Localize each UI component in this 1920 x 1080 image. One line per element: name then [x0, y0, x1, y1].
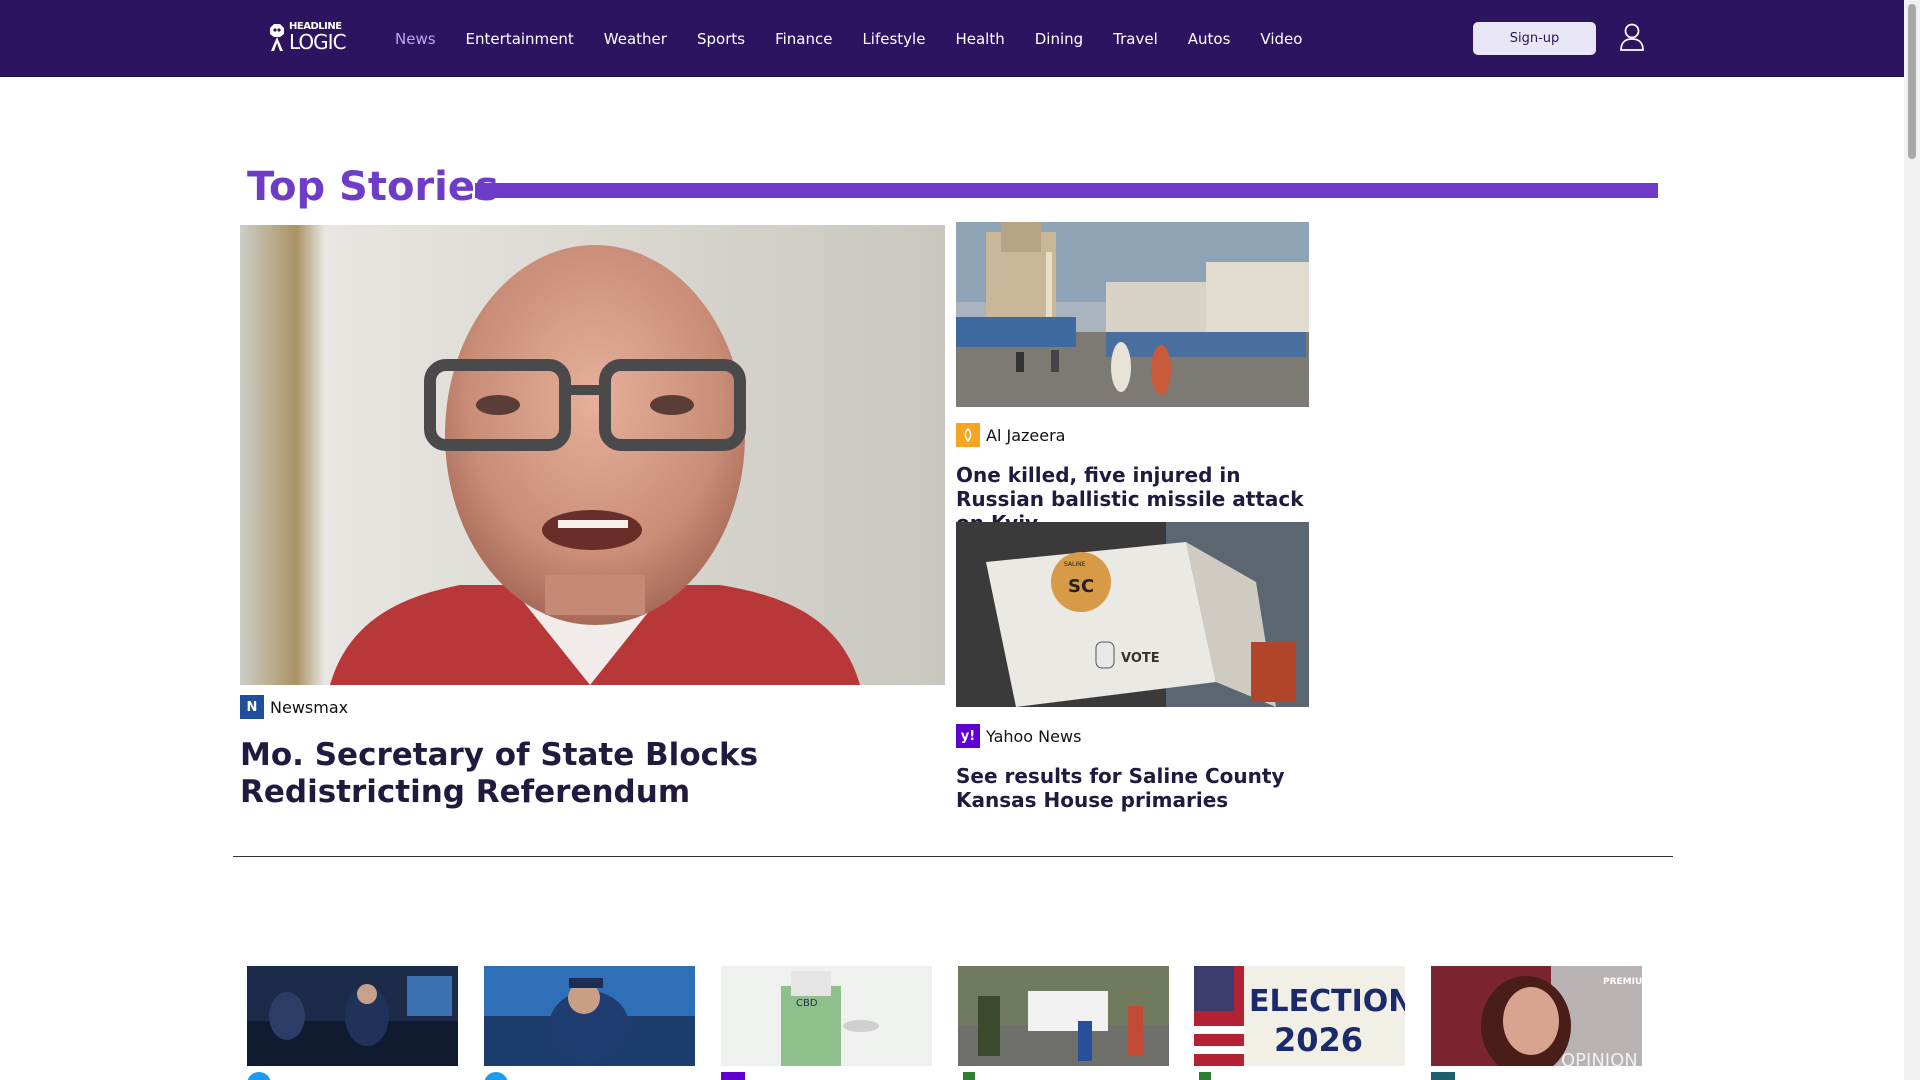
thumbnail-4-source-icon — [963, 1072, 975, 1080]
nav-item-lifestyle[interactable]: Lifestyle — [862, 30, 925, 48]
logo-mark-icon — [270, 24, 284, 51]
side-story-1-source[interactable]: Al Jazeera — [956, 423, 1065, 447]
sign-up-button[interactable]: Sign-up — [1473, 22, 1596, 55]
nav-item-news[interactable]: News — [395, 30, 436, 48]
newsmax-logo-icon: N — [240, 695, 264, 719]
thumbnail-1-image[interactable] — [247, 966, 458, 1066]
thumbnail-5-source-icon — [1199, 1072, 1211, 1080]
top-navigation-bar: HEADLINE LOGIC News Entertainment Weather S… — [0, 0, 1904, 77]
thumbnail-2-image[interactable] — [484, 966, 695, 1066]
thumbnail-5-image[interactable]: ELECTION 2026 — [1194, 966, 1405, 1066]
logo-text-bottom: LOGIC — [289, 30, 347, 54]
page-scrollbar[interactable] — [1904, 0, 1920, 1080]
kyiv-square-photo — [956, 222, 1309, 407]
al-jazeera-logo-icon — [956, 423, 980, 447]
thumbnail-2-source-icon — [484, 1072, 508, 1080]
side-story-2-image[interactable]: SC SALINE VOTE — [956, 522, 1309, 707]
dodgers-dugout-photo — [247, 966, 458, 1066]
nav-item-weather[interactable]: Weather — [604, 30, 667, 48]
source-name: Yahoo News — [986, 726, 1082, 746]
section-title-rule — [475, 183, 1658, 198]
thumbnail-6-source-icon — [1431, 1072, 1455, 1080]
opinion-label: OPINION — [1561, 1050, 1638, 1066]
police-scene-photo — [958, 966, 1169, 1066]
thumbnail-3-source-icon — [721, 1072, 745, 1080]
headline-logic-logo[interactable]: HEADLINE LOGIC — [268, 21, 354, 53]
side-story-2-source[interactable]: y! Yahoo News — [956, 724, 1081, 748]
feature-story-source[interactable]: N Newsmax — [240, 695, 348, 719]
user-icon[interactable] — [1619, 23, 1645, 51]
yahoo-news-logo-icon: y! — [956, 724, 980, 748]
feature-story-headline[interactable]: Mo. Secretary of State Blocks Redistrict… — [240, 737, 945, 811]
opinion-photo: PREMIUM OPINION — [1431, 966, 1642, 1066]
vote-label: VOTE — [1121, 651, 1160, 666]
nav-item-finance[interactable]: Finance — [775, 30, 832, 48]
side-story-2-headline[interactable]: See results for Saline County Kansas Hou… — [956, 764, 1311, 812]
source-name: Al Jazeera — [986, 425, 1066, 445]
nav-item-dining[interactable]: Dining — [1035, 30, 1083, 48]
thumbnail-3-image[interactable]: CBD — [721, 966, 932, 1066]
nav-item-entertainment[interactable]: Entertainment — [466, 30, 574, 48]
source-name: Newsmax — [270, 697, 349, 717]
sc-seal-text: SC — [1068, 576, 1094, 597]
cbd-hemp-photo: CBD — [721, 966, 932, 1066]
thumbnail-6-image[interactable]: PREMIUM OPINION — [1431, 966, 1642, 1066]
thumbnail-4-image[interactable] — [958, 966, 1169, 1066]
section-title-top-stories: Top Stories — [247, 164, 499, 210]
nav-item-video[interactable]: Video — [1260, 30, 1302, 48]
feature-photo-man-glasses — [240, 225, 945, 685]
cbd-label: CBD — [796, 998, 818, 1009]
election-year-text: 2026 — [1274, 1021, 1363, 1059]
feature-story-image[interactable] — [240, 225, 945, 685]
nav-item-sports[interactable]: Sports — [697, 30, 745, 48]
main-nav: News Entertainment Weather Sports Finance Lif… — [395, 0, 1332, 77]
scrollbar-thumb[interactable] — [1908, 4, 1916, 159]
nav-item-travel[interactable]: Travel — [1113, 30, 1158, 48]
voting-booth-photo: SC SALINE VOTE — [956, 522, 1309, 707]
nav-item-health[interactable]: Health — [955, 30, 1004, 48]
premium-label: PREMIUM — [1603, 977, 1642, 987]
nav-item-autos[interactable]: Autos — [1188, 30, 1231, 48]
election-2026-graphic: ELECTION 2026 — [1194, 966, 1405, 1066]
section-divider — [233, 856, 1673, 857]
thumbnail-1-source-icon — [247, 1072, 271, 1080]
dodgers-manager-photo — [484, 966, 695, 1066]
election-text: ELECTION — [1249, 984, 1405, 1019]
saline-seal-text: SALINE — [1064, 561, 1086, 568]
side-story-1-image[interactable] — [956, 222, 1309, 407]
